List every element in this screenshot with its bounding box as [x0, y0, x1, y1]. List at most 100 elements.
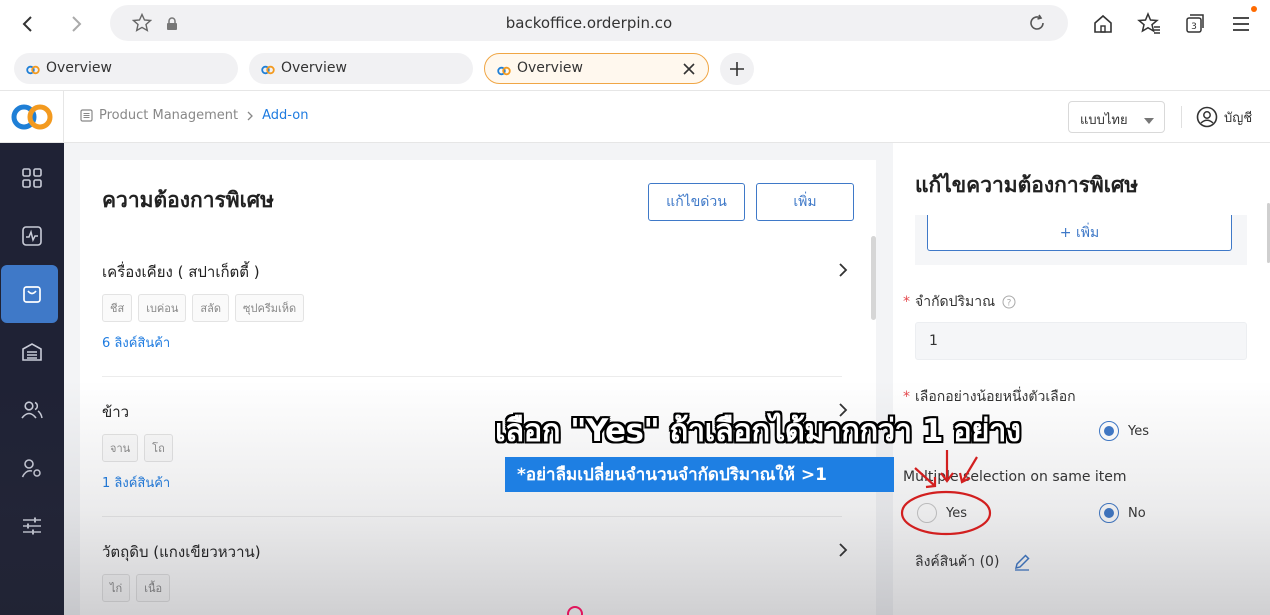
- add-option-button[interactable]: + เพิ่ม: [927, 215, 1232, 251]
- option-chip: โถ: [144, 434, 173, 462]
- quick-edit-button[interactable]: แก้ไขด่วน: [648, 183, 745, 221]
- breadcrumb: Product Management Add-on: [80, 108, 308, 123]
- orderpin-favicon-icon: [261, 63, 275, 79]
- sliders-icon: [23, 517, 41, 535]
- radio-selected: [1099, 503, 1119, 523]
- radio-label: No: [1128, 505, 1146, 521]
- sidebar-item-dashboard[interactable]: [0, 149, 64, 207]
- subcaption-text: *อย่าลืมเปลี่ยนจำนวนจำกัดปริมาณให้ >1: [517, 465, 827, 485]
- sidebar-item-activity[interactable]: [0, 207, 64, 265]
- sidebar-item-customers[interactable]: [0, 381, 64, 439]
- option-chip: เบค่อน: [138, 294, 187, 322]
- limit-quantity-input[interactable]: 1: [915, 322, 1247, 360]
- divider: [102, 376, 842, 377]
- sidebar-item-staff[interactable]: [0, 439, 64, 497]
- limit-field-label: * จำกัดปริมาณ ?: [903, 291, 1016, 313]
- svg-text:3: 3: [1191, 22, 1197, 32]
- browser-toolbar: backoffice.orderpin.co 3: [0, 0, 1270, 48]
- orderpin-favicon-icon: [26, 63, 40, 79]
- plus-icon: [730, 62, 744, 76]
- shopping-bag-icon: [23, 286, 41, 303]
- warehouse-icon: [22, 343, 42, 361]
- limit-label: จำกัดปริมาณ: [915, 294, 996, 310]
- linked-products-link[interactable]: 1 ลิงค์สินค้า: [102, 472, 170, 493]
- breadcrumb-parent[interactable]: Product Management: [99, 108, 238, 123]
- required-mark: *: [903, 294, 910, 310]
- addon-group-title[interactable]: ข้าว: [102, 400, 129, 424]
- sidebar-item-settings[interactable]: [0, 497, 64, 555]
- reload-icon[interactable]: [1026, 12, 1048, 38]
- divider: [102, 516, 842, 517]
- tab-switcher-icon[interactable]: 3: [1182, 11, 1208, 37]
- tab-strip: Overview Overview Overview: [0, 48, 1270, 90]
- users-icon: [21, 401, 43, 419]
- option-chip: ซุปครีมเห็ด: [235, 294, 305, 322]
- sidebar: [0, 143, 64, 615]
- edit-pencil-icon[interactable]: [1013, 553, 1031, 571]
- option-chips: ไก่ เนื้อ: [102, 574, 171, 602]
- tab-label: Overview: [517, 60, 583, 76]
- url-text: backoffice.orderpin.co: [505, 14, 673, 32]
- page-title: ความต้องการพิเศษ: [102, 188, 274, 212]
- tab-label: Overview: [46, 60, 112, 76]
- document-icon: [80, 109, 93, 122]
- option-chip: สลัด: [192, 294, 230, 322]
- breadcrumb-current[interactable]: Add-on: [262, 108, 308, 123]
- options-area: + เพิ่ม: [915, 215, 1247, 265]
- orderpin-favicon-icon: [497, 64, 511, 80]
- video-subcaption: *อย่าลืมเปลี่ยนจำนวนจำกัดปริมาณให้ >1: [505, 457, 894, 492]
- chevron-right-icon: [246, 111, 254, 121]
- tab-label: Overview: [281, 60, 347, 76]
- min-one-yes-radio[interactable]: Yes: [1099, 421, 1149, 441]
- new-tab-button[interactable]: [720, 53, 754, 85]
- orderpin-logo[interactable]: [0, 91, 64, 143]
- add-button[interactable]: เพิ่ม: [756, 183, 854, 221]
- notification-dot: [1251, 6, 1257, 12]
- forward-icon[interactable]: [62, 10, 90, 38]
- address-bar[interactable]: backoffice.orderpin.co: [110, 5, 1068, 41]
- home-icon[interactable]: [1090, 11, 1116, 37]
- addon-group-title[interactable]: เครื่องเคียง ( สปาเก็ตตี้ ): [102, 260, 260, 284]
- linked-products-field: ลิงค์สินค้า (0): [915, 551, 1031, 573]
- chevron-right-icon[interactable]: [838, 262, 848, 281]
- language-select[interactable]: แบบไทย: [1068, 101, 1165, 133]
- option-chip: เนื้อ: [136, 574, 171, 602]
- chevron-right-icon[interactable]: [838, 542, 848, 561]
- caret-down-icon: [1144, 114, 1154, 129]
- help-icon[interactable]: ?: [1002, 295, 1016, 309]
- record-indicator: [567, 606, 583, 615]
- linked-products-link[interactable]: 6 ลิงค์สินค้า: [102, 332, 170, 353]
- app-header: Product Management Add-on แบบไทย บัญชี: [0, 90, 1270, 143]
- option-chips: ชีส เบค่อน สลัด ซุปครีมเห็ด: [102, 294, 305, 322]
- header-divider: [1181, 106, 1182, 128]
- account-menu[interactable]: บัญชี: [1196, 106, 1252, 128]
- radio-label: Yes: [1128, 423, 1149, 439]
- browser-tab[interactable]: Overview: [249, 53, 473, 84]
- radio-selected: [1099, 421, 1119, 441]
- option-chip: ชีส: [102, 294, 133, 322]
- dashboard-grid-icon: [22, 168, 42, 188]
- drawer-title: แก้ไขความต้องการพิเศษ: [915, 173, 1139, 197]
- browser-tab-active[interactable]: Overview: [484, 53, 709, 84]
- user-circle-icon: [1196, 106, 1218, 128]
- user-settings-icon: [21, 459, 41, 478]
- activity-icon: [22, 226, 42, 246]
- required-mark: *: [903, 389, 910, 405]
- limit-value: 1: [929, 333, 938, 349]
- addon-group-title[interactable]: วัตถุดิบ (แกงเขียวหวาน): [102, 540, 261, 564]
- menu-icon[interactable]: [1228, 11, 1254, 37]
- sidebar-item-products[interactable]: [0, 265, 64, 323]
- close-tab-icon[interactable]: [680, 60, 698, 78]
- multiple-no-radio[interactable]: No: [1099, 503, 1146, 523]
- option-chip: ไก่: [102, 574, 131, 602]
- browser-tab[interactable]: Overview: [14, 53, 238, 84]
- linked-products-label: ลิงค์สินค้า (0): [915, 554, 1000, 570]
- back-icon[interactable]: [14, 10, 42, 38]
- scrollbar-thumb[interactable]: [871, 236, 876, 320]
- sidebar-item-inventory[interactable]: [0, 323, 64, 381]
- bookmarks-icon[interactable]: [1136, 11, 1162, 37]
- language-value: แบบไทย: [1080, 113, 1128, 128]
- account-label: บัญชี: [1224, 110, 1253, 126]
- option-chip: จาน: [102, 434, 139, 462]
- red-annotation-arrows: [900, 450, 992, 536]
